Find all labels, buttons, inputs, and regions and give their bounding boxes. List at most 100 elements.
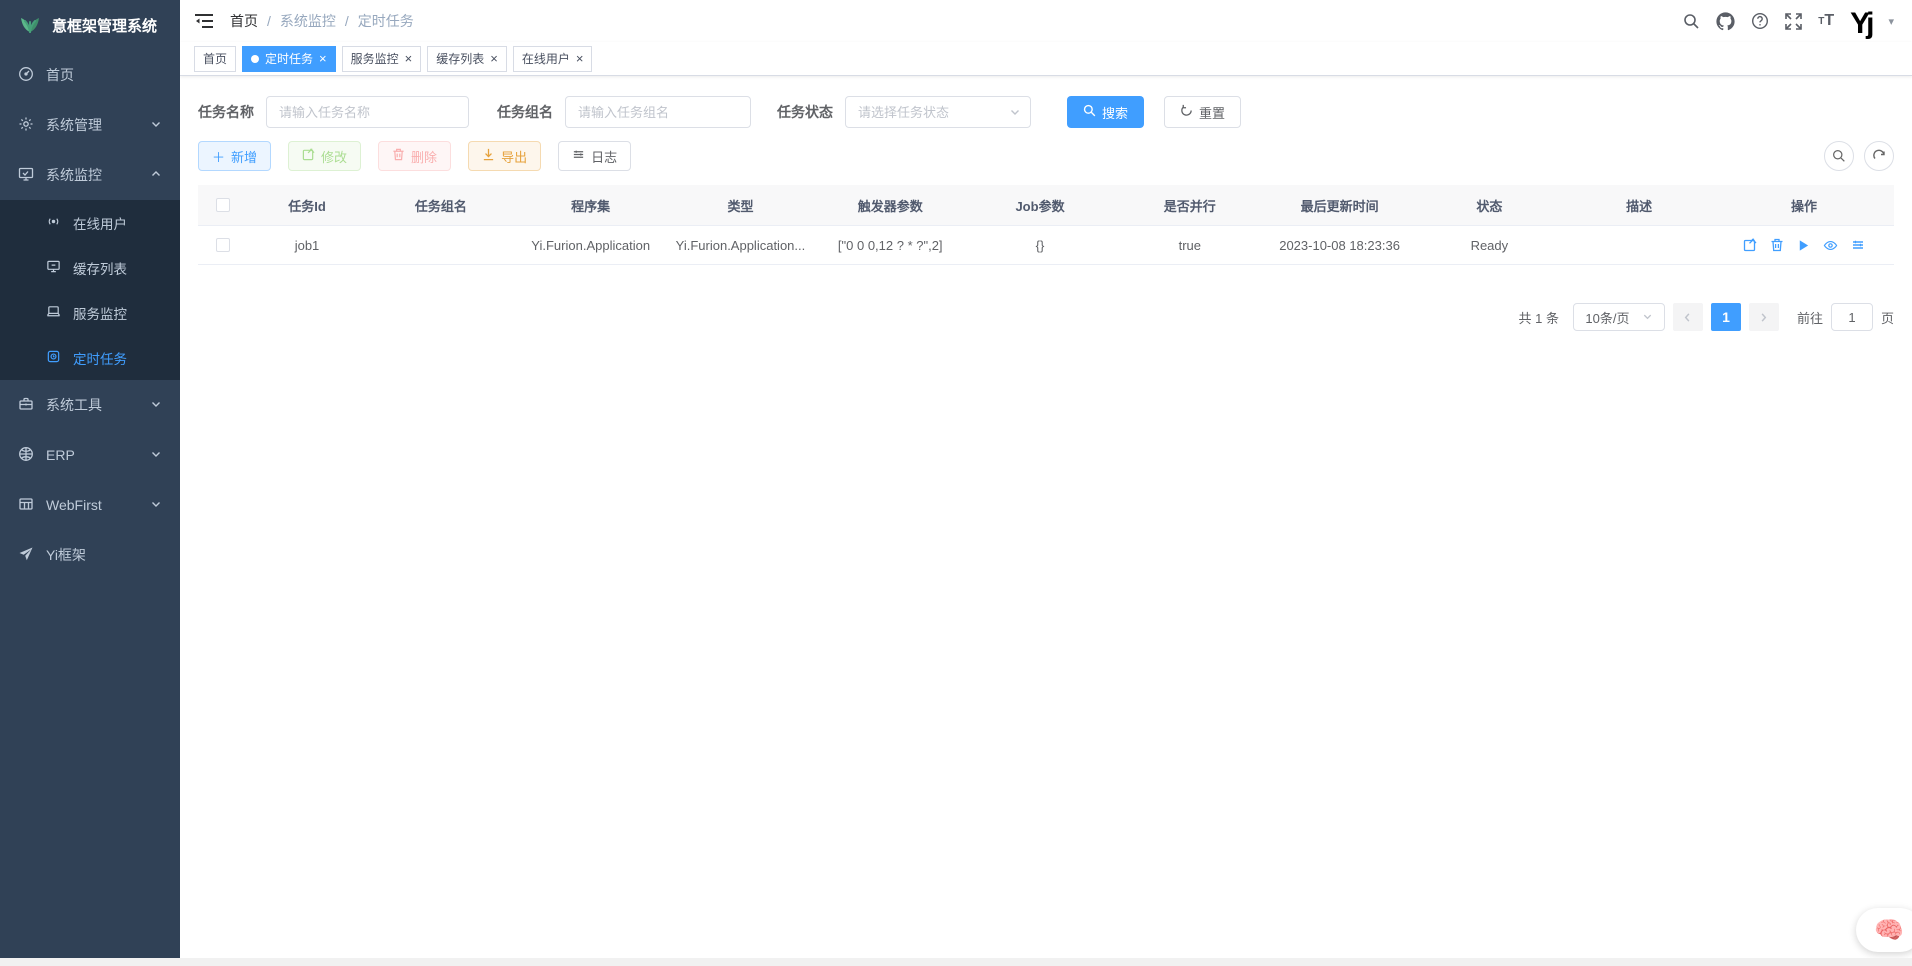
close-icon[interactable]: ×	[319, 52, 327, 65]
sidebar-item-label: 首页	[46, 65, 74, 85]
sidebar: 意框架管理系统 首页 系统管理 系统监控 在线用户 缓存列表 服务监控 定时任务	[0, 0, 180, 958]
row-run-icon[interactable]	[1797, 238, 1810, 253]
close-icon[interactable]: ×	[405, 52, 413, 65]
breadcrumb-current: 定时任务	[358, 11, 414, 31]
horizontal-scrollbar[interactable]	[0, 958, 1912, 966]
sidebar-item-cache-list[interactable]: 缓存列表	[0, 245, 180, 290]
refresh-icon	[1180, 104, 1193, 120]
tab-label: 首页	[203, 50, 227, 67]
download-icon	[482, 148, 495, 164]
globe-icon	[18, 446, 34, 465]
log-button[interactable]: 日志	[558, 141, 631, 171]
tab-online-users[interactable]: 在线用户 ×	[513, 46, 593, 72]
cell-updated-at: 2023-10-08 18:23:36	[1265, 238, 1415, 253]
export-button[interactable]: 导出	[468, 141, 541, 171]
row-edit-icon[interactable]	[1743, 238, 1757, 253]
send-icon	[18, 546, 34, 565]
tab-home[interactable]: 首页	[194, 46, 236, 72]
sidebar-item-cron-tasks[interactable]: 定时任务	[0, 335, 180, 380]
col-concurrent: 是否并行	[1115, 196, 1265, 215]
pagination: 共 1 条 10条/页 1 前往 页	[198, 303, 1894, 331]
sidebar-item-system-admin[interactable]: 系统管理	[0, 100, 180, 150]
sidebar-item-system-monitor[interactable]: 系统监控	[0, 150, 180, 200]
github-icon[interactable]	[1716, 12, 1735, 31]
table-row[interactable]: job1 Yi.Furion.Application Yi.Furion.App…	[198, 225, 1894, 265]
avatar[interactable]: Yj	[1850, 3, 1870, 39]
cell-concurrent: true	[1115, 238, 1265, 253]
sidebar-item-webfirst[interactable]: WebFirst	[0, 480, 180, 530]
toggle-search-button[interactable]	[1824, 141, 1854, 171]
chevron-down-icon	[150, 397, 162, 413]
refresh-table-button[interactable]	[1864, 141, 1894, 171]
row-view-icon[interactable]	[1823, 238, 1838, 253]
goto-page-input[interactable]	[1831, 303, 1873, 331]
reset-button[interactable]: 重置	[1164, 96, 1241, 128]
fullscreen-icon[interactable]	[1785, 13, 1802, 30]
sidebar-item-system-tools[interactable]: 系统工具	[0, 380, 180, 430]
cell-task-id: job1	[248, 238, 366, 253]
task-status-select[interactable]	[845, 96, 1031, 128]
table-toolbar: ＋ 新增 修改 删除 导出 日志	[198, 141, 1894, 171]
font-size-icon[interactable]: TT	[1818, 12, 1834, 30]
sidebar-item-yi-framework[interactable]: Yi框架	[0, 530, 180, 580]
sidebar-item-label: 在线用户	[73, 213, 127, 233]
assistant-fab[interactable]: 🧠	[1856, 908, 1912, 952]
active-dot-icon	[251, 55, 259, 63]
sidebar-item-label: 缓存列表	[73, 258, 127, 278]
select-all-checkbox[interactable]	[216, 198, 230, 212]
sidebar-item-label: 系统工具	[46, 395, 102, 415]
edit-button[interactable]: 修改	[288, 141, 361, 171]
col-description: 描述	[1564, 196, 1714, 215]
task-name-input[interactable]	[266, 96, 469, 128]
sidebar-item-erp[interactable]: ERP	[0, 430, 180, 480]
search-icon[interactable]	[1683, 13, 1700, 30]
breadcrumb-section: 系统监控	[280, 11, 336, 31]
task-status-select-input[interactable]	[845, 96, 1031, 128]
page-number-button[interactable]: 1	[1711, 303, 1741, 331]
close-icon[interactable]: ×	[490, 52, 498, 65]
app-logo[interactable]: 意框架管理系统	[0, 0, 180, 50]
row-delete-icon[interactable]	[1770, 238, 1784, 253]
col-task-id: 任务Id	[248, 196, 366, 215]
sidebar-item-home[interactable]: 首页	[0, 50, 180, 100]
task-group-input[interactable]	[565, 96, 751, 128]
row-checkbox[interactable]	[216, 238, 230, 252]
sidebar-collapse-icon[interactable]	[194, 12, 214, 30]
delete-button[interactable]: 删除	[378, 141, 451, 171]
add-button[interactable]: ＋ 新增	[198, 141, 271, 171]
breadcrumb-separator: /	[267, 13, 271, 29]
row-log-icon[interactable]	[1851, 238, 1865, 253]
next-page-button[interactable]	[1749, 303, 1779, 331]
tab-label: 在线用户	[522, 50, 570, 67]
close-icon[interactable]: ×	[576, 52, 584, 65]
col-trigger-params: 触发器参数	[815, 196, 965, 215]
search-icon	[1083, 104, 1096, 120]
breadcrumb-home[interactable]: 首页	[230, 11, 258, 31]
chevron-down-icon	[150, 447, 162, 463]
sidebar-item-online-users[interactable]: 在线用户	[0, 200, 180, 245]
tab-label: 定时任务	[265, 50, 313, 67]
goto-label: 前往	[1797, 308, 1823, 327]
tab-cron-tasks[interactable]: 定时任务 ×	[242, 46, 336, 72]
tab-label: 服务监控	[351, 50, 399, 67]
filter-form: 任务名称 任务组名 任务状态 搜索 重置	[198, 96, 1894, 128]
col-type: 类型	[666, 196, 816, 215]
col-status: 状态	[1414, 196, 1564, 215]
sidebar-item-label: 定时任务	[73, 348, 127, 368]
chevron-down-icon[interactable]: ▾	[1888, 15, 1894, 28]
sidebar-item-label: 系统管理	[46, 115, 102, 135]
col-task-group: 任务组名	[366, 196, 516, 215]
online-users-icon	[46, 214, 61, 232]
main-area: 首页 / 系统监控 / 定时任务 TT Yj ▾ 首页 定时任务 × 服务监控 …	[180, 0, 1912, 958]
tab-service-monitor[interactable]: 服务监控 ×	[342, 46, 422, 72]
cell-job-params: {}	[965, 238, 1115, 253]
search-button[interactable]: 搜索	[1067, 96, 1144, 128]
tab-cache-list[interactable]: 缓存列表 ×	[427, 46, 507, 72]
prev-page-button[interactable]	[1673, 303, 1703, 331]
page-size-select[interactable]: 10条/页	[1573, 303, 1665, 331]
grid-icon	[18, 496, 34, 515]
sidebar-item-label: WebFirst	[46, 497, 102, 513]
sidebar-item-service-monitor[interactable]: 服务监控	[0, 290, 180, 335]
help-icon[interactable]	[1751, 12, 1769, 30]
dashboard-icon	[18, 66, 34, 85]
